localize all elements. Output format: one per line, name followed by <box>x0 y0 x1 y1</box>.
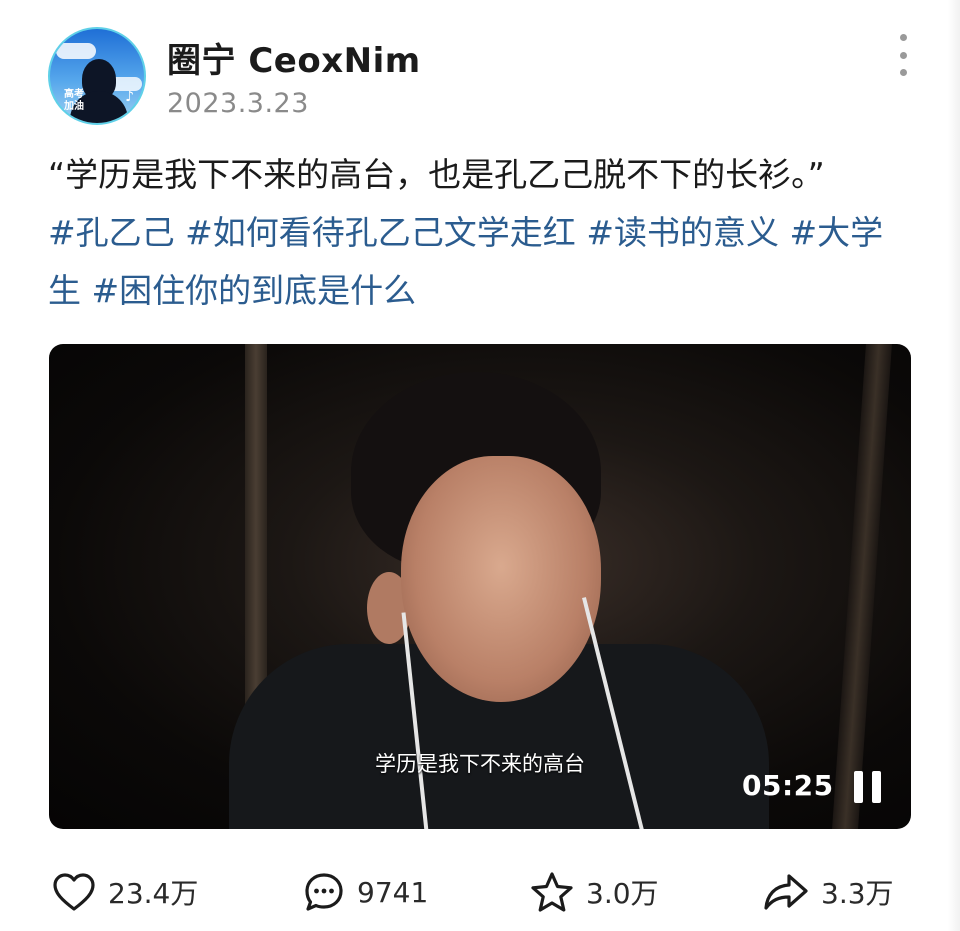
share-arrow-icon <box>764 874 808 910</box>
share-button[interactable]: 3.3万 <box>763 866 894 918</box>
comment-button[interactable]: 9741 <box>303 866 428 918</box>
author-name[interactable]: 圈宁 CeoxNim <box>167 33 421 82</box>
hashtag-link[interactable]: #困住你的到底是什么 <box>92 271 417 310</box>
pause-icon[interactable] <box>854 771 882 803</box>
hashtag-link[interactable]: #读书的意义 <box>586 213 779 252</box>
share-count: 3.3万 <box>821 877 894 910</box>
like-count: 23.4万 <box>108 877 199 910</box>
comment-count: 9741 <box>357 875 429 909</box>
post-quote: “学历是我下不来的高台，也是孔乙己脱不下的长衫。” <box>48 155 825 194</box>
tiktok-logo-icon: ♪ <box>125 89 134 105</box>
more-options-icon[interactable] <box>893 34 913 76</box>
post-date: 2023.3.23 <box>167 88 309 119</box>
avatar-badge-logo: 高考 加油 <box>64 89 84 112</box>
heart-icon <box>53 873 95 911</box>
post-text: “学历是我下不来的高台，也是孔乙己脱不下的长衫。” #孔乙己 #如何看待孔乙己文… <box>48 146 908 320</box>
video-duration: 05:25 <box>742 769 834 802</box>
hashtag-link[interactable]: #孔乙己 <box>48 213 175 252</box>
hashtag-link[interactable]: #如何看待孔乙己文学走红 <box>185 213 576 252</box>
hashtag-list: #孔乙己 #如何看待孔乙己文学走红 #读书的意义 #大学生 #困住你的到底是什么 <box>48 204 908 320</box>
action-bar: 23.4万 9741 3.0万 3.3万 <box>0 866 960 918</box>
favorite-count: 3.0万 <box>586 877 659 910</box>
right-edge-shade <box>948 0 960 931</box>
comment-icon <box>305 873 343 911</box>
like-button[interactable]: 23.4万 <box>52 866 198 918</box>
star-icon <box>531 872 573 912</box>
avatar[interactable]: 高考 加油 ♪ <box>48 27 146 125</box>
favorite-button[interactable]: 3.0万 <box>530 866 659 918</box>
video-player[interactable]: 学历是我下不来的高台 05:25 <box>49 344 911 829</box>
